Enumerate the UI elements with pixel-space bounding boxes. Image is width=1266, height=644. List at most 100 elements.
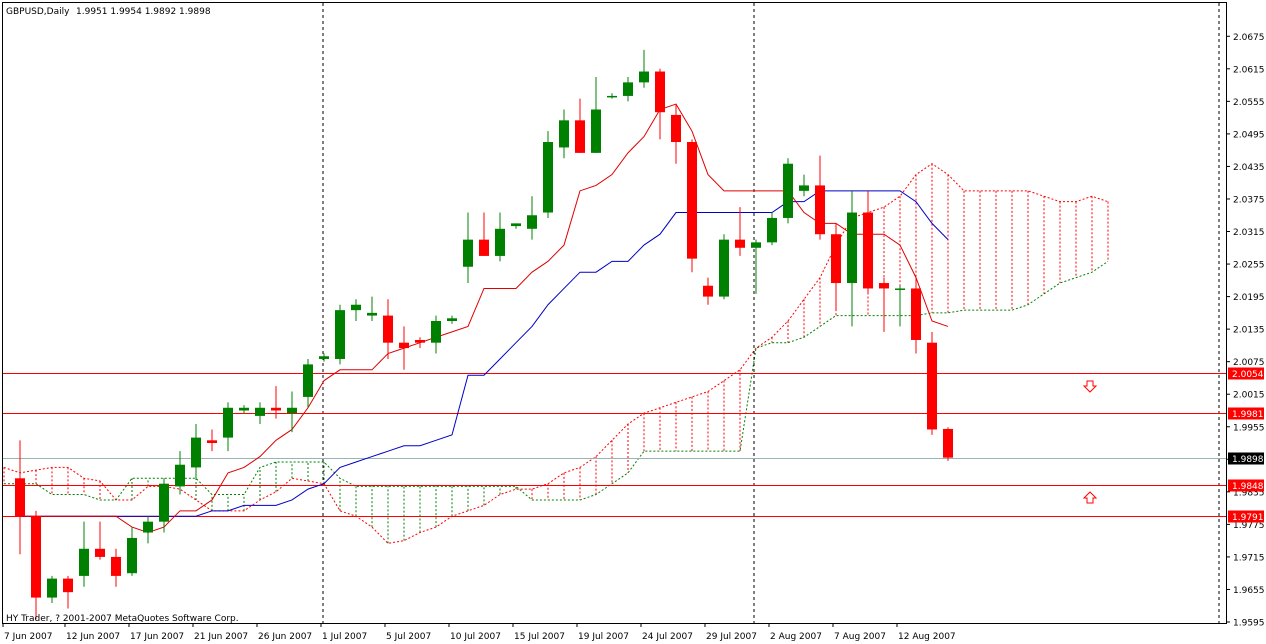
x-tick-label: 7 Jun 2007 — [4, 632, 52, 642]
y-tick-label: 1.9715 — [1233, 553, 1265, 563]
candle-body — [143, 521, 153, 533]
candle[interactable] — [543, 131, 553, 218]
x-tick-label: 17 Jun 2007 — [130, 632, 184, 642]
candle-body — [399, 342, 409, 349]
x-tick-label: 2 Aug 2007 — [770, 632, 822, 642]
candle-body — [655, 71, 665, 113]
candle-body — [879, 283, 889, 289]
candle-body — [63, 578, 73, 593]
candle-body — [591, 109, 601, 153]
candle-body — [95, 548, 105, 557]
x-tick-label: 5 Jul 2007 — [386, 632, 431, 642]
candle-body — [671, 114, 681, 143]
price-axis[interactable]: 2.0675 2.0615 2.0555 2.0495 2.0435 2.0375 2.03… — [1226, 33, 1265, 629]
candle-body — [47, 578, 57, 598]
candle-body — [863, 212, 873, 289]
candle-body — [431, 321, 441, 343]
candle-body — [479, 239, 489, 256]
candle-body — [335, 310, 345, 359]
y-tick-label: 2.0255 — [1233, 261, 1265, 271]
candle-body — [175, 464, 185, 487]
candle-body — [351, 304, 361, 311]
candle-body — [239, 407, 249, 411]
level-label-text: 2.0054 — [1232, 370, 1264, 380]
candle-body — [911, 288, 921, 340]
level-label-text: 1.9848 — [1232, 482, 1264, 492]
candle-body — [111, 556, 121, 576]
candle-body — [15, 478, 25, 517]
copyright-text: HY Trader, ? 2001-2007 MetaQuotes Softwa… — [6, 614, 239, 624]
candle-body — [31, 516, 41, 598]
x-tick-label: 12 Jun 2007 — [66, 632, 120, 642]
x-tick-label: 12 Aug 2007 — [898, 632, 956, 642]
chart-symbol-title: GBPUSD,Daily — [6, 7, 70, 17]
candle-body — [207, 440, 217, 444]
x-tick-label: 26 Jun 2007 — [258, 632, 312, 642]
y-tick-label: 2.0135 — [1233, 326, 1265, 336]
candle-body — [127, 537, 137, 574]
y-tick-label: 2.0435 — [1233, 163, 1265, 173]
candle-body — [495, 228, 505, 256]
candle-body — [303, 364, 313, 397]
candle-body — [607, 95, 617, 98]
candle-body — [255, 407, 265, 416]
x-tick-label: 7 Aug 2007 — [834, 632, 886, 642]
x-tick-label: 1 Jul 2007 — [322, 632, 367, 642]
level-label-text: 1.9981 — [1232, 410, 1264, 420]
candle-body — [543, 142, 553, 213]
candle[interactable] — [335, 304, 345, 365]
candle-body — [191, 437, 201, 468]
y-tick-label: 1.9655 — [1233, 586, 1265, 596]
candle-body — [159, 483, 169, 522]
y-tick-label: 2.0555 — [1233, 98, 1265, 108]
candle[interactable] — [719, 234, 729, 300]
candle-body — [511, 223, 521, 227]
plot-frame — [2, 2, 1227, 624]
y-tick-label: 2.0315 — [1233, 228, 1265, 238]
y-tick-label: 2.0675 — [1233, 33, 1265, 43]
y-tick-label: 2.0495 — [1233, 130, 1265, 140]
candle-body — [799, 185, 809, 191]
time-axis[interactable]: 7 Jun 2007 12 Jun 2007 17 Jun 2007 21 Jun 2… — [2, 623, 956, 642]
y-tick-label: 2.0075 — [1233, 358, 1265, 368]
candle-body — [751, 242, 761, 248]
x-tick-label: 29 Jul 2007 — [706, 632, 757, 642]
y-tick-label: 1.9955 — [1233, 423, 1265, 433]
candle[interactable] — [783, 158, 793, 224]
candle-body — [287, 407, 297, 414]
candle-body — [383, 315, 393, 343]
candle[interactable] — [927, 331, 937, 435]
y-tick-label: 1.9595 — [1233, 619, 1265, 629]
candle-body — [575, 120, 585, 153]
ohlc-header: 1.9951 1.9954 1.9892 1.9898 — [76, 7, 211, 17]
candle-body — [895, 288, 905, 290]
level-label-text: 1.9791 — [1232, 513, 1264, 523]
candle-body — [447, 318, 457, 321]
x-tick-label: 15 Jul 2007 — [514, 632, 565, 642]
candle-body — [319, 356, 329, 359]
y-tick-label: 2.0195 — [1233, 293, 1265, 303]
candle-body — [687, 142, 697, 259]
candle-body — [527, 215, 537, 229]
candle[interactable] — [943, 427, 953, 461]
candle-body — [703, 285, 713, 297]
candle-body — [815, 185, 825, 235]
gbpusd-chart[interactable]: 2.0675 2.0615 2.0555 2.0495 2.0435 2.0375 2.03… — [0, 0, 1266, 644]
candle-body — [927, 342, 937, 430]
candle-body — [767, 217, 777, 243]
candle-body — [783, 163, 793, 218]
current-price-text: 1.9898 — [1232, 455, 1264, 465]
candle-body — [271, 407, 281, 411]
candle-body — [463, 239, 473, 267]
candle-body — [415, 339, 425, 343]
y-tick-label: 2.0375 — [1233, 195, 1265, 205]
candle-body — [223, 407, 233, 438]
candle[interactable] — [687, 139, 697, 273]
x-tick-label: 19 Jul 2007 — [578, 632, 629, 642]
x-tick-label: 21 Jun 2007 — [194, 632, 248, 642]
candle-body — [79, 548, 89, 576]
candle-body — [639, 71, 649, 83]
candle-body — [719, 239, 729, 297]
x-tick-label: 24 Jul 2007 — [642, 632, 693, 642]
candle-body — [943, 428, 953, 458]
